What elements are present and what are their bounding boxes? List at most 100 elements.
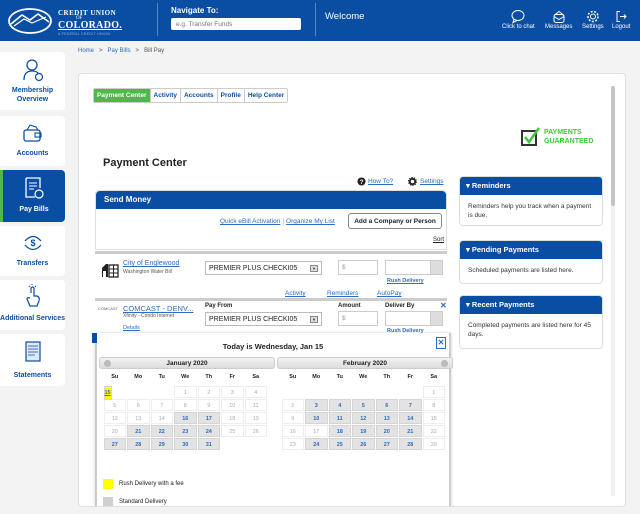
navigate-input[interactable]: [171, 18, 301, 30]
calendar-icon[interactable]: [430, 261, 442, 274]
calendar-day[interactable]: 26: [352, 437, 375, 450]
prev-month-icon[interactable]: [104, 360, 111, 367]
pay-from-select[interactable]: PREMIER PLUS CHECKI05 ▼: [205, 261, 322, 275]
pay-from-value: PREMIER PLUS CHECKI05: [209, 316, 298, 323]
sidebar-item-pay-bills[interactable]: Pay Bills: [0, 170, 65, 222]
settings-link[interactable]: Settings: [408, 177, 444, 186]
legend-standard: Standard Delivery: [103, 497, 167, 506]
next-month-icon[interactable]: [441, 360, 448, 367]
empty-day: [282, 386, 305, 398]
amount-input[interactable]: $: [338, 260, 378, 275]
details-link[interactable]: Details: [123, 325, 140, 331]
calendar-day[interactable]: 13: [375, 411, 398, 424]
rush-delivery-link[interactable]: Rush Delivery: [387, 278, 424, 284]
autopay-link[interactable]: AutoPay: [377, 290, 402, 297]
calendar-icon[interactable]: [430, 312, 442, 325]
sidebar-item-statements[interactable]: Statements: [0, 334, 65, 386]
calendar-day: 18: [221, 411, 244, 424]
calendar-day[interactable]: 29: [150, 437, 173, 450]
payee-name-link[interactable]: City of Englewood: [123, 260, 179, 267]
pay-from-select[interactable]: PREMIER PLUS CHECKI05 ▼: [205, 312, 322, 326]
tab-activity[interactable]: Activity: [150, 89, 181, 102]
tab-payment-center[interactable]: Payment Center: [94, 89, 151, 102]
calendar-day[interactable]: 27: [375, 437, 398, 450]
settings-label: Settings: [582, 24, 604, 30]
scrollbar-thumb[interactable]: [611, 86, 615, 206]
empty-day: [352, 386, 375, 398]
widget-header[interactable]: ▾ Recent Payments: [460, 296, 602, 314]
calendar-day[interactable]: 7: [399, 398, 422, 411]
calendar-day[interactable]: 18: [328, 424, 351, 437]
widget-header[interactable]: ▾ Reminders: [460, 177, 602, 195]
calendar-day[interactable]: 30: [174, 437, 197, 450]
credit-union-logo[interactable]: CREDIT UNION OF COLORADO. A FEDERAL CRED…: [8, 5, 143, 37]
guarantee-line2: GUARANTEED: [544, 137, 594, 145]
calendar-day[interactable]: 24: [197, 424, 220, 437]
breadcrumb-home[interactable]: Home: [78, 48, 94, 54]
chat-button[interactable]: Click to chat: [502, 9, 535, 30]
comcast-logo: COMCAST: [98, 306, 118, 311]
payments-guaranteed-badge: PAYMENTS GUARANTEED: [521, 127, 593, 152]
how-to-link[interactable]: ? How To?: [357, 177, 393, 186]
deliver-by-input[interactable]: [385, 260, 443, 275]
tab-accounts[interactable]: Accounts: [180, 89, 218, 102]
datepicker-close-button[interactable]: ✕: [436, 337, 446, 349]
tab-profile[interactable]: Profile: [217, 89, 245, 102]
sidebar-label: Pay Bills: [19, 206, 49, 213]
organize-list-link[interactable]: Organize My List: [286, 218, 335, 225]
calendar-day[interactable]: 3: [305, 398, 328, 411]
sort-link[interactable]: Sort: [433, 237, 444, 243]
calendar-day[interactable]: 23: [174, 424, 197, 437]
calendar-day[interactable]: 20: [375, 424, 398, 437]
payee-name-link[interactable]: COMCAST - DENV...: [123, 304, 193, 313]
calendar-day[interactable]: 15: [103, 385, 112, 400]
close-icon[interactable]: ✕: [440, 301, 447, 310]
calendar-day[interactable]: 19: [352, 424, 375, 437]
settings-button[interactable]: Settings: [582, 9, 604, 30]
sidebar-item-additional-services[interactable]: Additional Services: [0, 280, 65, 330]
calendar-day[interactable]: 10: [305, 411, 328, 424]
calendar-day[interactable]: 21: [127, 424, 150, 437]
scrollbar[interactable]: [611, 86, 615, 496]
calendar-day[interactable]: 28: [127, 437, 150, 450]
calendar-day[interactable]: 25: [328, 437, 351, 450]
breadcrumb: Home > Pay Bills > Bill Pay: [78, 48, 165, 54]
calendar-day[interactable]: 27: [103, 437, 126, 450]
sidebar-item-membership-overview[interactable]: Membership Overview: [0, 52, 65, 110]
statement-icon: [24, 341, 41, 362]
add-company-button[interactable]: Add a Company or Person: [348, 213, 442, 229]
calendar-day[interactable]: 5: [352, 398, 375, 411]
weekday-label: Mo: [312, 374, 321, 380]
bill-pay-panel: Payment Center Activity Accounts Profile…: [78, 73, 626, 507]
calendar-day[interactable]: 21: [399, 424, 422, 437]
calendar-day[interactable]: 31: [197, 437, 220, 450]
calendar-day[interactable]: 24: [305, 437, 328, 450]
messages-button[interactable]: Messages: [545, 9, 572, 30]
calendar-day: 3: [221, 385, 244, 398]
wallet-icon: [22, 124, 42, 142]
calendar-day[interactable]: 4: [328, 398, 351, 411]
sidebar-item-transfers[interactable]: $ Transfers: [0, 226, 65, 276]
calendar-day[interactable]: 17: [197, 411, 220, 424]
deliver-by-input[interactable]: [385, 311, 443, 326]
logout-button[interactable]: Logout: [612, 9, 630, 30]
calendar-day[interactable]: 6: [375, 398, 398, 411]
calendar-day[interactable]: 11: [328, 411, 351, 424]
breadcrumb-pay-bills[interactable]: Pay Bills: [108, 48, 131, 54]
weekday-label: Th: [205, 374, 213, 380]
reminders-link[interactable]: Reminders: [327, 290, 358, 297]
tab-help-center[interactable]: Help Center: [244, 89, 288, 102]
day-grid: 1 2 3 4 5 6 7 8 9 10 11 12 13 14 15 16 17 18 19 20 21 22 23 24 2…: [281, 385, 453, 450]
calendar-day[interactable]: 28: [399, 437, 422, 450]
calendar-day[interactable]: 16: [174, 411, 197, 424]
amount-input[interactable]: $: [338, 311, 378, 326]
calendar-day[interactable]: 22: [150, 424, 173, 437]
activity-link[interactable]: Activity: [285, 290, 306, 297]
month-title: January 2020: [166, 360, 208, 367]
widget-header[interactable]: ▾ Pending Payments: [460, 241, 602, 259]
calendar-day: 6: [127, 398, 150, 411]
calendar-day[interactable]: 14: [399, 411, 422, 424]
sidebar-item-accounts[interactable]: Accounts: [0, 116, 65, 166]
quick-ebill-link[interactable]: Quick eBill Activation: [220, 218, 280, 225]
calendar-day[interactable]: 12: [352, 411, 375, 424]
